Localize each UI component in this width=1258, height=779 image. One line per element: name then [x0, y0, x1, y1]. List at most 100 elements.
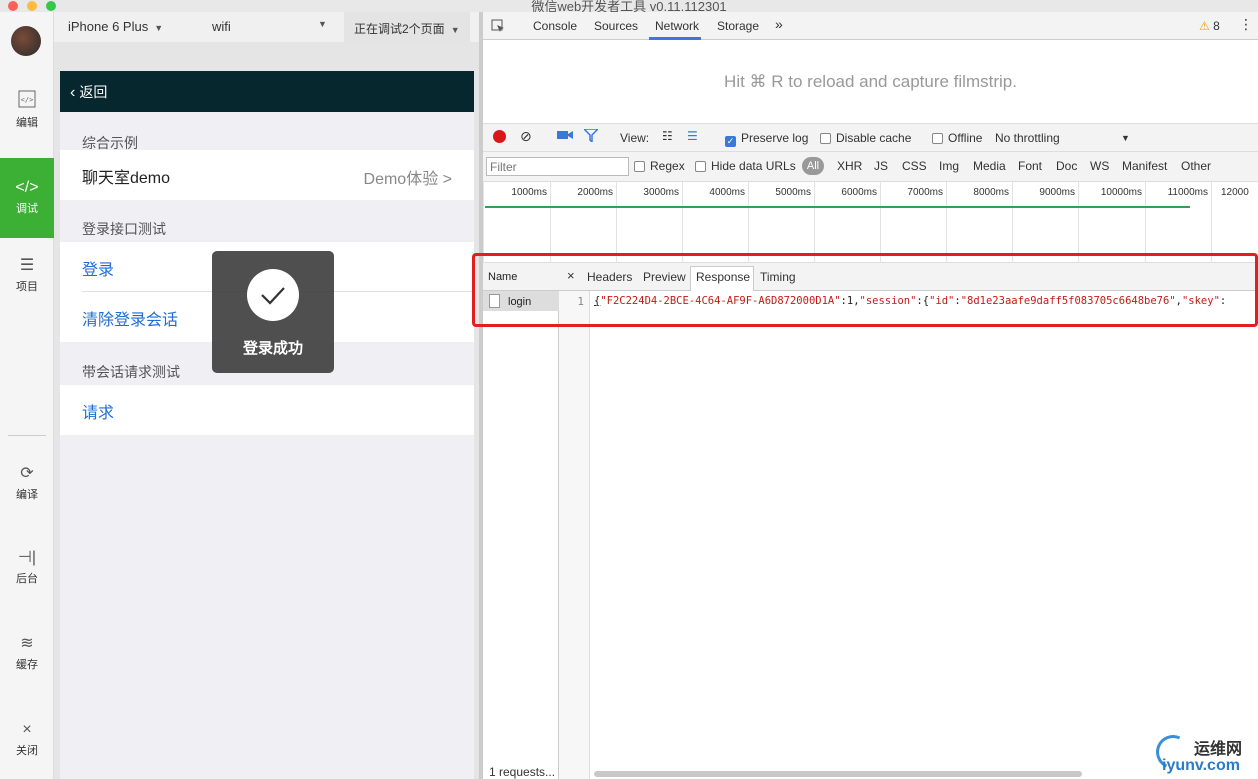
close-icon: × [22, 721, 32, 738]
waterfall-icon: ☰ [687, 129, 698, 143]
section-header: 带会话请求测试 [82, 364, 180, 380]
timeline-tick: 9000ms [1012, 182, 1078, 263]
debug-pages-select[interactable]: 正在调试2个页面 ▼ [344, 12, 470, 42]
offline-label: Offline [948, 131, 983, 145]
warning-badge[interactable]: ⚠ 8 [1199, 19, 1220, 33]
timeline-tick: 6000ms [814, 182, 880, 263]
success-toast: 登录成功 [212, 251, 334, 373]
sidebar-item-project[interactable]: ☰ 项目 [0, 254, 54, 304]
timeline-tick: 12000 [1211, 182, 1258, 263]
cell-label: 登录 [82, 262, 115, 279]
sidebar-item-close[interactable]: × 关闭 [0, 718, 54, 768]
clear-button[interactable]: ⊘ [520, 128, 532, 145]
tab-console[interactable]: Console [533, 19, 577, 33]
filter-type-css[interactable]: CSS [902, 159, 927, 173]
network-toolbar: ⊘ View: ☷ ☰ ✓ Preserve log Disable cache … [483, 124, 1258, 152]
tab-storage[interactable]: Storage [717, 19, 759, 33]
network-select-value: wifi [212, 19, 231, 34]
timeline-tick: 10000ms [1078, 182, 1145, 263]
filter-type-manifest[interactable]: Manifest [1122, 159, 1167, 173]
sidebar-item-label: 缓存 [16, 659, 38, 671]
chevron-down-icon: ▼ [1121, 133, 1130, 143]
request-table: Name login 1 requests... × Headers Previ… [483, 263, 1258, 779]
device-select-value: iPhone 6 Plus [68, 19, 149, 34]
filter-type-font[interactable]: Font [1018, 159, 1042, 173]
filter-type-media[interactable]: Media [973, 159, 1006, 173]
filter-type-all[interactable]: All [802, 157, 824, 175]
sidebar-item-label: 编辑 [16, 117, 38, 129]
menu-lines-icon: ☰ [19, 257, 35, 274]
window-title: 微信web开发者工具 v0.11.112301 [531, 0, 727, 12]
capture-screenshots-button[interactable] [557, 129, 573, 144]
regex-checkbox[interactable]: Regex [634, 159, 685, 173]
filter-input[interactable] [486, 157, 629, 176]
overview-button[interactable]: ☰ [687, 129, 698, 143]
chevron-down-icon: ▼ [450, 25, 460, 35]
filter-type-js[interactable]: JS [874, 159, 888, 173]
sidebar-item-cache[interactable]: ≋ 缓存 [0, 632, 54, 682]
timeline-overview[interactable]: 1000ms 2000ms 3000ms 4000ms 5000ms 6000m… [483, 182, 1258, 263]
timeline-request-bar [485, 206, 1190, 208]
checkbox-icon [820, 133, 831, 144]
filter-type-xhr[interactable]: XHR [837, 159, 862, 173]
back-button[interactable]: ‹ 返回 [70, 82, 107, 102]
tab-network[interactable]: Network [655, 19, 699, 33]
filter-type-other[interactable]: Other [1181, 159, 1211, 173]
network-select[interactable]: wifi ▼ [212, 19, 327, 34]
sidebar-item-label: 后台 [16, 573, 38, 585]
filter-type-img[interactable]: Img [939, 159, 959, 173]
hide-data-urls-label: Hide data URLs [711, 159, 796, 173]
sidebar-item-background[interactable]: ⊣| 后台 [0, 546, 54, 596]
timeline-tick: 11000ms [1145, 182, 1211, 263]
toast-text: 登录成功 [242, 340, 303, 357]
more-options-icon[interactable]: ⋮ [1239, 16, 1253, 33]
record-button[interactable] [493, 130, 506, 146]
video-camera-icon [557, 131, 573, 139]
disable-cache-checkbox[interactable]: Disable cache [820, 131, 911, 145]
device-select[interactable]: iPhone 6 Plus ▼ [68, 19, 163, 34]
sidebar-item-compile[interactable]: ⟳ 编译 [0, 462, 54, 512]
background-icon: ⊣| [17, 549, 37, 566]
warning-icon: ⚠ [1199, 19, 1210, 33]
filmstrip-message: Hit ⌘ R to reload and capture filmstrip. [724, 72, 1017, 91]
filter-type-ws[interactable]: WS [1090, 159, 1109, 173]
sidebar-item-edit[interactable]: </> 编辑 [0, 86, 54, 142]
preserve-log-label: Preserve log [741, 131, 809, 145]
sidebar-divider [8, 435, 46, 436]
checkbox-icon [695, 161, 706, 172]
horizontal-scrollbar[interactable] [594, 771, 1082, 777]
svg-text:</>: </> [21, 96, 34, 104]
back-label: 返回 [79, 84, 108, 100]
large-rows-button[interactable]: ☷ [662, 129, 673, 143]
simulator-toolbar: iPhone 6 Plus ▼ wifi ▼ 正在调试2个页面 ▼ [54, 12, 479, 42]
filter-type-doc[interactable]: Doc [1056, 159, 1077, 173]
inspect-element-icon[interactable] [491, 19, 505, 36]
navigation-bar: ‹ 返回 [60, 71, 474, 112]
request-detail-panel: × Headers Preview Response Timing 1 {"F2… [559, 263, 1258, 779]
checkbox-checked-icon: ✓ [725, 136, 736, 147]
more-tabs-button[interactable]: » [775, 16, 783, 32]
tab-sources[interactable]: Sources [594, 19, 638, 33]
funnel-icon [582, 128, 600, 144]
checkbox-icon [634, 161, 645, 172]
request-cell[interactable]: 请求 [60, 385, 474, 435]
sidebar-item-debug[interactable]: </> 调试 [0, 158, 54, 238]
hide-data-urls-checkbox[interactable]: Hide data URLs [695, 159, 796, 173]
watermark-text: 运维网 [1194, 741, 1243, 758]
sidebar-item-label: 关闭 [16, 745, 38, 757]
section-header: 登录接口测试 [82, 221, 166, 237]
timeline-tick: 7000ms [880, 182, 946, 263]
demo-experience-link: Demo体验 > [363, 171, 452, 188]
record-icon [493, 130, 506, 143]
chatroom-demo-cell[interactable]: 聊天室demo Demo体验 > [60, 150, 474, 200]
checkbox-icon [932, 133, 943, 144]
throttling-select[interactable]: No throttling ▼ [995, 131, 1135, 145]
preserve-log-checkbox[interactable]: ✓ Preserve log [725, 131, 808, 147]
annotation-highlight-box [472, 253, 1258, 327]
simulator-panel: iPhone 6 Plus ▼ wifi ▼ 正在调试2个页面 ▼ ‹ 返回 综合示例 … [54, 12, 479, 779]
filmstrip-area: Hit ⌘ R to reload and capture filmstrip. [483, 40, 1258, 124]
avatar[interactable] [11, 26, 41, 56]
code-brackets-icon: </> [15, 179, 39, 196]
filter-toggle-button[interactable] [582, 128, 600, 145]
offline-checkbox[interactable]: Offline [932, 131, 982, 145]
